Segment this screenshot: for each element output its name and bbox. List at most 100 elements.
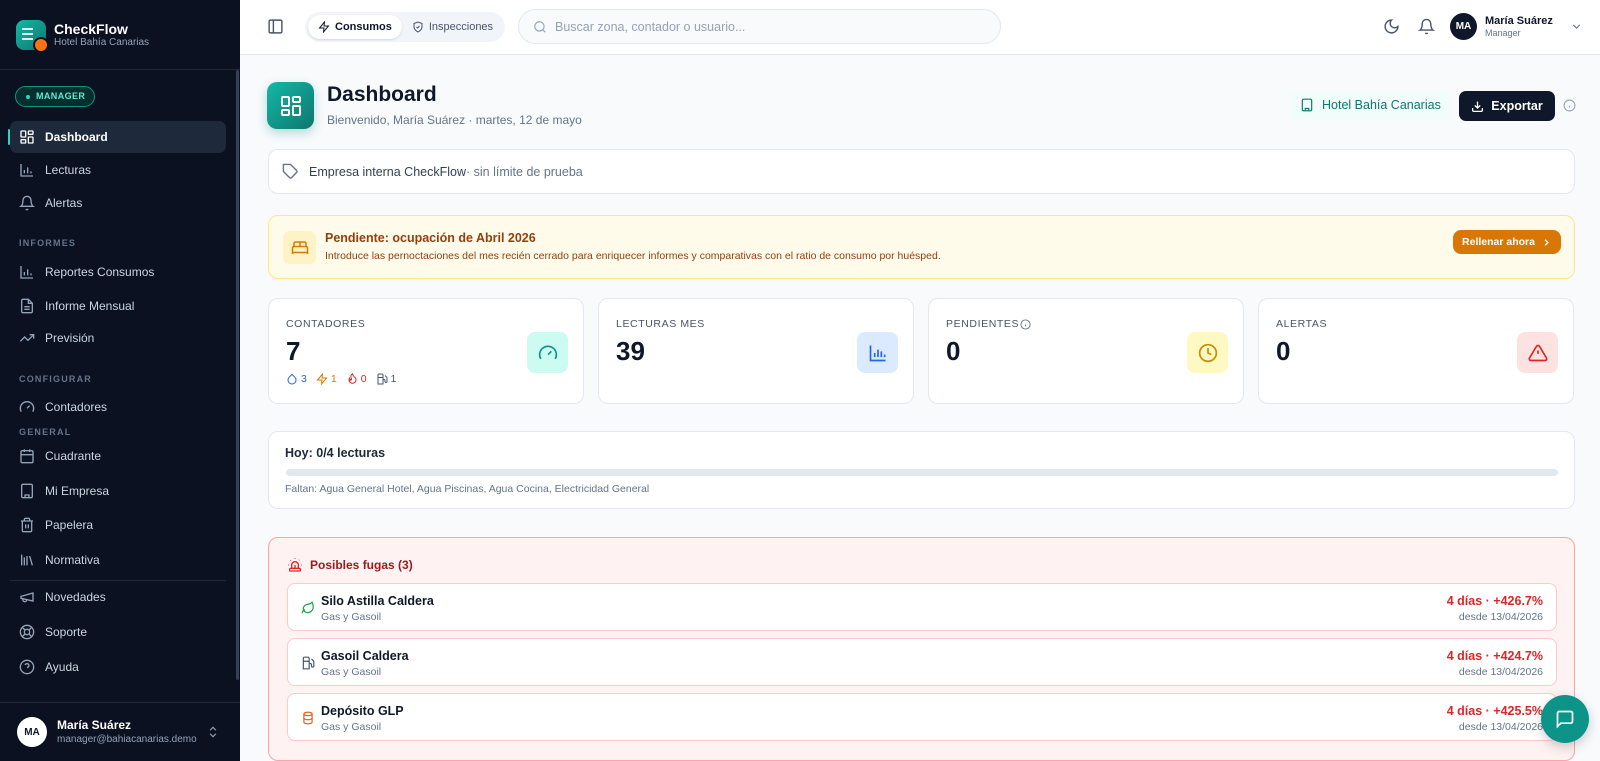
leak-row[interactable]: Depósito GLP Gas y Gasoil 4 días · +425.…: [287, 693, 1557, 741]
dashboard-icon: [20, 130, 34, 144]
chevron-right-icon: [1544, 238, 1549, 246]
flame-icon: [348, 373, 357, 384]
sidebar-item-label: Alertas: [45, 196, 83, 210]
sidebar-item-informe-mensual[interactable]: Informe Mensual: [10, 290, 226, 322]
stat-label: ALERTAS: [1276, 318, 1328, 330]
download-icon: [1472, 101, 1484, 112]
sidebar-item-normativa[interactable]: Normativa: [10, 544, 226, 576]
tab-inspecciones[interactable]: Inspecciones: [402, 15, 503, 39]
panel-left-icon[interactable]: [267, 18, 284, 35]
megaphone-icon: [20, 592, 34, 603]
avatar: MA: [17, 717, 47, 747]
leak-since: desde 13/04/2026: [1458, 611, 1543, 623]
sidebar-item-prevision[interactable]: Previsión: [10, 322, 226, 354]
chat-icon: [1556, 710, 1574, 729]
meter-count-water: 3: [286, 373, 307, 385]
building-icon: [21, 483, 33, 499]
sidebar-item-cuadrante[interactable]: Cuadrante: [10, 440, 226, 472]
sidebar-item-alertas[interactable]: Alertas: [10, 187, 226, 219]
pending-occupancy-alert: Pendiente: ocupación de Abril 2026 Intro…: [268, 215, 1575, 279]
brand[interactable]: CheckFlow Hotel Bahía Canarias: [0, 0, 240, 70]
calendar-icon: [20, 449, 34, 464]
stat-card-contadores[interactable]: CONTADORES 7 3 1 0 1: [268, 298, 584, 404]
sidebar-item-label: Reportes Consumos: [45, 265, 155, 279]
sidebar-item-lecturas[interactable]: Lecturas: [10, 154, 226, 186]
water-drop-icon: [287, 373, 297, 385]
user-name: María Suárez: [57, 718, 132, 732]
leak-delta: 4 días · +424.7%: [1446, 649, 1543, 663]
sidebar-item-novedades[interactable]: Novedades: [10, 581, 226, 613]
dashboard-icon: [267, 82, 314, 129]
leaks-title: Posibles fugas (3): [310, 558, 413, 572]
bolt-icon: [316, 373, 328, 385]
sidebar-item-label: Dashboard: [45, 130, 108, 144]
building-icon: [1301, 98, 1313, 112]
sidebar-item-dashboard[interactable]: Dashboard: [8, 121, 226, 153]
fill-now-button[interactable]: Rellenar ahora: [1453, 230, 1561, 254]
info-icon[interactable]: [1020, 318, 1031, 330]
company-name: Empresa interna CheckFlow: [309, 164, 467, 179]
leak-category: Gas y Gasoil: [321, 611, 382, 623]
stat-value: 39: [616, 336, 645, 366]
hotel-name: Hotel Bahía Canarias: [1322, 98, 1441, 112]
search-icon: [534, 21, 546, 33]
stat-value: 0: [946, 336, 961, 366]
meter-count: 1: [330, 373, 337, 385]
sidebar-item-ayuda[interactable]: Ayuda: [10, 651, 226, 683]
export-button[interactable]: Exportar: [1459, 91, 1555, 121]
leak-delta: 4 días · +425.5%: [1446, 704, 1543, 718]
possible-leaks-panel: Posibles fugas (3) Silo Astilla Caldera …: [268, 537, 1575, 761]
checkflow-logo-icon: [16, 19, 49, 53]
user-menu[interactable]: MA María Suárez Manager: [1450, 13, 1583, 40]
tag-icon: [282, 163, 298, 179]
info-icon[interactable]: [1563, 99, 1576, 112]
leak-category: Gas y Gasoil: [321, 721, 382, 733]
leak-row[interactable]: Silo Astilla Caldera Gas y Gasoil 4 días…: [287, 583, 1557, 631]
sidebar-item-papelera[interactable]: Papelera: [10, 509, 226, 541]
sidebar-scrollbar[interactable]: [236, 70, 239, 680]
tab-consumos[interactable]: Consumos: [308, 15, 402, 39]
meter-count: 0: [360, 373, 367, 385]
user-email: manager@bahiacanarias.demo: [57, 734, 197, 745]
clock-icon: [1187, 332, 1228, 373]
stat-label-row: PENDIENTES: [946, 318, 1031, 330]
stat-card-pendientes[interactable]: PENDIENTES 0: [928, 298, 1244, 404]
sidebar-item-soporte[interactable]: Soporte: [10, 616, 226, 648]
brand-subtitle: Hotel Bahía Canarias: [54, 36, 150, 48]
company-banner: Empresa interna CheckFlow · sin límite d…: [268, 149, 1575, 194]
leak-row[interactable]: Gasoil Caldera Gas y Gasoil 4 días · +42…: [287, 638, 1557, 686]
leak-since: desde 13/04/2026: [1458, 721, 1543, 733]
sidebar-item-label: Informe Mensual: [45, 299, 135, 313]
stat-card-lecturas-mes[interactable]: LECTURAS MES 39: [598, 298, 914, 404]
bell-icon[interactable]: [1418, 18, 1435, 35]
chevron-down-icon: [1572, 24, 1581, 29]
sidebar-item-label: Contadores: [45, 400, 108, 414]
sidebar-item-reportes-consumos[interactable]: Reportes Consumos: [10, 256, 226, 288]
chat-button[interactable]: [1541, 695, 1589, 743]
cylinder-icon: [303, 711, 313, 725]
help-icon: [19, 659, 35, 675]
sidebar-item-label: Ayuda: [45, 660, 79, 674]
fuel-icon: [377, 373, 388, 385]
meter-count-electricity: 1: [316, 373, 337, 385]
sidebar-user-menu[interactable]: MA María Suárez manager@bahiacanarias.de…: [0, 702, 240, 761]
sidebar-item-mi-empresa[interactable]: Mi Empresa: [10, 475, 226, 507]
hotel-selector[interactable]: Hotel Bahía Canarias: [1290, 91, 1451, 119]
sidebar-item-contadores[interactable]: Contadores: [10, 391, 226, 423]
sidebar-item-label: Previsión: [45, 331, 95, 345]
meter-count-gas: 0: [346, 373, 367, 385]
tab-label: Inspecciones: [428, 21, 494, 33]
avatar: MA: [1450, 13, 1477, 40]
module-switcher: Consumos Inspecciones: [305, 12, 505, 42]
leak-name: Depósito GLP: [321, 704, 404, 718]
stat-card-alertas[interactable]: ALERTAS 0: [1258, 298, 1574, 404]
page-subtitle: Bienvenido, María Suárez · martes, 12 de…: [327, 113, 582, 127]
siren-icon: [288, 558, 302, 572]
leak-category: Gas y Gasoil: [321, 666, 382, 678]
section-label-configurar: CONFIGURAR: [19, 374, 92, 384]
warning-icon: [1517, 332, 1558, 373]
moon-icon[interactable]: [1383, 18, 1400, 35]
search-input[interactable]: [555, 10, 985, 43]
fuel-icon: [302, 656, 315, 670]
today-readings-card: Hoy: 0/4 lecturas Faltan: Agua General H…: [268, 431, 1575, 509]
